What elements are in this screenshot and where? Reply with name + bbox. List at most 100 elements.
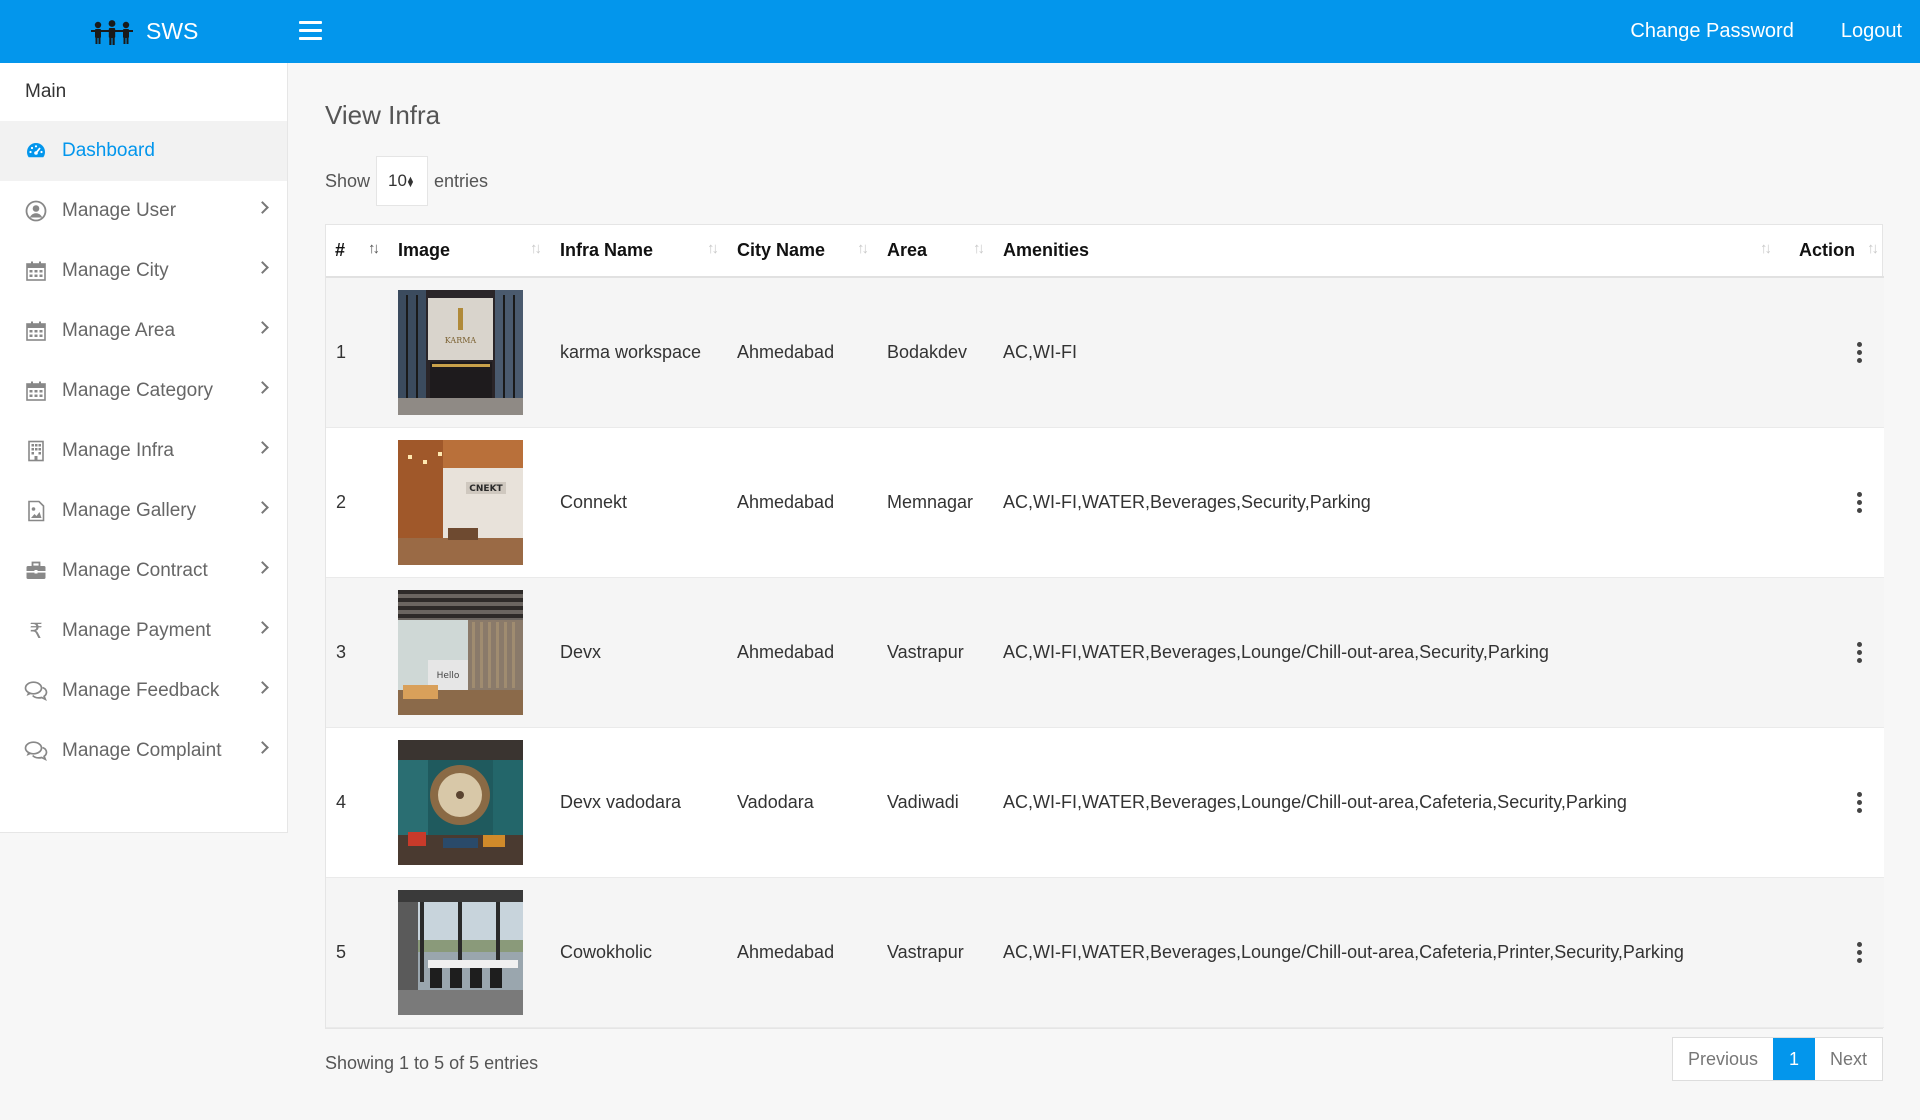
table-row: 4 Devx vadodara Vadodara Vadiwadi AC,WI-… <box>326 727 1884 877</box>
sort-icon: ↑↓ <box>1760 240 1772 257</box>
calendar-icon <box>24 379 48 403</box>
menu-toggle-icon[interactable] <box>299 21 322 40</box>
area-cell: Vastrapur <box>887 941 964 962</box>
comments-icon <box>24 739 48 763</box>
sidebar-item-label: Manage Contract <box>62 560 208 581</box>
building-icon <box>24 439 48 463</box>
briefcase-icon <box>24 559 48 583</box>
dashboard-icon <box>24 139 48 163</box>
sidebar-item-manage-payment[interactable]: ₹ Manage Payment <box>0 601 287 661</box>
sidebar-item-label: Manage Category <box>62 380 214 401</box>
image-cell: KARMA <box>389 277 551 427</box>
sidebar-item-manage-gallery[interactable]: Manage Gallery <box>0 481 287 541</box>
sort-icon: ↑↓ <box>973 240 985 257</box>
pagination-page-1[interactable]: 1 <box>1772 1038 1815 1080</box>
sort-asc-icon: ↑↓ <box>368 240 380 257</box>
more-options-icon[interactable] <box>1854 940 1864 964</box>
brand-name: SWS <box>146 18 199 44</box>
sidebar-item-dashboard[interactable]: Dashboard <box>0 121 287 181</box>
city-name-cell: Vadodara <box>737 791 814 812</box>
chevron-right-icon <box>256 381 269 394</box>
column-header-action[interactable]: Action ↑↓ <box>1781 225 1884 278</box>
row-number: 3 <box>336 641 347 662</box>
chevron-right-icon <box>256 321 269 334</box>
chevron-right-icon <box>256 741 269 754</box>
pagination-previous[interactable]: Previous <box>1673 1038 1773 1080</box>
photo-devx-vadodara[interactable] <box>398 739 523 865</box>
column-header-infra-name[interactable]: Infra Name ↑↓ <box>551 225 728 278</box>
sidebar-item-manage-user[interactable]: Manage User <box>0 181 287 241</box>
rupee-icon: ₹ <box>29 619 43 643</box>
entries-length-control: Show 10 ▲ ▼ entries <box>325 156 488 206</box>
column-header-city-name[interactable]: City Name ↑↓ <box>728 225 878 278</box>
infra-name-cell: Devx vadodara <box>560 791 682 812</box>
sidebar-item-label: Manage Area <box>62 320 176 341</box>
brand[interactable]: SWS <box>90 0 198 63</box>
infra-name-cell: karma workspace <box>560 341 702 362</box>
chevron-right-icon <box>256 441 269 454</box>
amenities-cell: AC,WI-FI,WATER,Beverages,Lounge/Chill-ou… <box>1003 791 1627 812</box>
area-cell: Vastrapur <box>887 641 964 662</box>
amenities-cell: AC,WI-FI,WATER,Beverages,Lounge/Chill-ou… <box>1003 941 1684 962</box>
column-header-amenities[interactable]: Amenities ↑↓ <box>994 225 1781 278</box>
chevron-right-icon <box>256 681 269 694</box>
sidebar-item-label: Manage User <box>62 200 177 221</box>
action-cell <box>1781 277 1884 427</box>
sidebar-item-manage-area[interactable]: Manage Area <box>0 301 287 361</box>
sidebar-item-label: Dashboard <box>62 140 155 161</box>
change-password-link[interactable]: Change Password <box>1630 20 1793 43</box>
sidebar-item-label: Manage Feedback <box>62 680 220 701</box>
column-header-image[interactable]: Image ↑↓ <box>389 225 551 278</box>
entries-select-value: 10 <box>388 171 407 190</box>
image-cell <box>389 877 551 1027</box>
team-logo-icon <box>91 19 133 45</box>
infra-name-cell: Cowokholic <box>560 941 653 962</box>
photo-devx[interactable]: Hello <box>398 589 523 715</box>
amenities-cell: AC,WI-FI,WATER,Beverages,Security,Parkin… <box>1003 491 1371 512</box>
city-name-cell: Ahmedabad <box>737 941 835 962</box>
sidebar-item-manage-contract[interactable]: Manage Contract <box>0 541 287 601</box>
logout-link[interactable]: Logout <box>1841 20 1902 43</box>
sidebar-item-manage-complaint[interactable]: Manage Complaint <box>0 721 287 781</box>
svg-text:CNEKT: CNEKT <box>469 484 503 494</box>
photo-karma-workspace[interactable]: KARMA <box>398 289 523 415</box>
column-header-area[interactable]: Area ↑↓ <box>878 225 994 278</box>
length-suffix: entries <box>434 170 489 191</box>
sidebar-section-title: Main <box>25 81 67 102</box>
area-cell: Bodakdev <box>887 341 968 362</box>
row-number: 2 <box>336 491 347 512</box>
sidebar-item-manage-category[interactable]: Manage Category <box>0 361 287 421</box>
sidebar-item-manage-feedback[interactable]: Manage Feedback <box>0 661 287 721</box>
entries-select[interactable]: 10 ▲ ▼ <box>376 156 429 206</box>
svg-text:KARMA: KARMA <box>445 336 477 345</box>
photo-connekt[interactable]: CNEKT <box>398 439 523 565</box>
more-options-icon[interactable] <box>1854 340 1864 364</box>
amenities-cell: AC,WI-FI,WATER,Beverages,Lounge/Chill-ou… <box>1003 641 1549 662</box>
row-number: 1 <box>336 341 347 362</box>
table-row: 3 Hello Devx Ahmedabad Vastrapur AC,WI-F… <box>326 577 1884 727</box>
area-cell: Memnagar <box>887 491 974 512</box>
infra-name-cell: Devx <box>560 641 602 662</box>
top-links: Change Password Logout <box>1630 0 1902 63</box>
sidebar-item-manage-infra[interactable]: Manage Infra <box>0 421 287 481</box>
area-cell: Vadiwadi <box>887 791 959 812</box>
table-row: 2 CNEKT Connekt Ahmedabad Memnagar AC,WI… <box>326 427 1884 577</box>
more-options-icon[interactable] <box>1854 640 1864 664</box>
pagination-next[interactable]: Next <box>1815 1038 1882 1080</box>
infra-name-cell: Connekt <box>560 491 628 512</box>
sidebar-item-label: Manage Infra <box>62 440 174 461</box>
length-prefix: Show <box>325 170 371 191</box>
image-cell: Hello <box>389 577 551 727</box>
sidebar-item-manage-city[interactable]: Manage City <box>0 241 287 301</box>
image-cell: CNEKT <box>389 427 551 577</box>
chevron-right-icon <box>256 201 269 214</box>
sort-icon: ↑↓ <box>1867 240 1879 257</box>
table-header-row: # ↑↓ Image ↑↓ Infra Name ↑↓ City Name ↑↓ Are… <box>326 225 1884 278</box>
more-options-icon[interactable] <box>1854 790 1864 814</box>
image-file-icon <box>24 499 48 523</box>
city-name-cell: Ahmedabad <box>737 641 835 662</box>
page-title: View Infra <box>325 100 441 130</box>
column-header-num[interactable]: # ↑↓ <box>326 225 389 278</box>
photo-cowokholic[interactable] <box>398 889 523 1015</box>
more-options-icon[interactable] <box>1854 490 1864 514</box>
